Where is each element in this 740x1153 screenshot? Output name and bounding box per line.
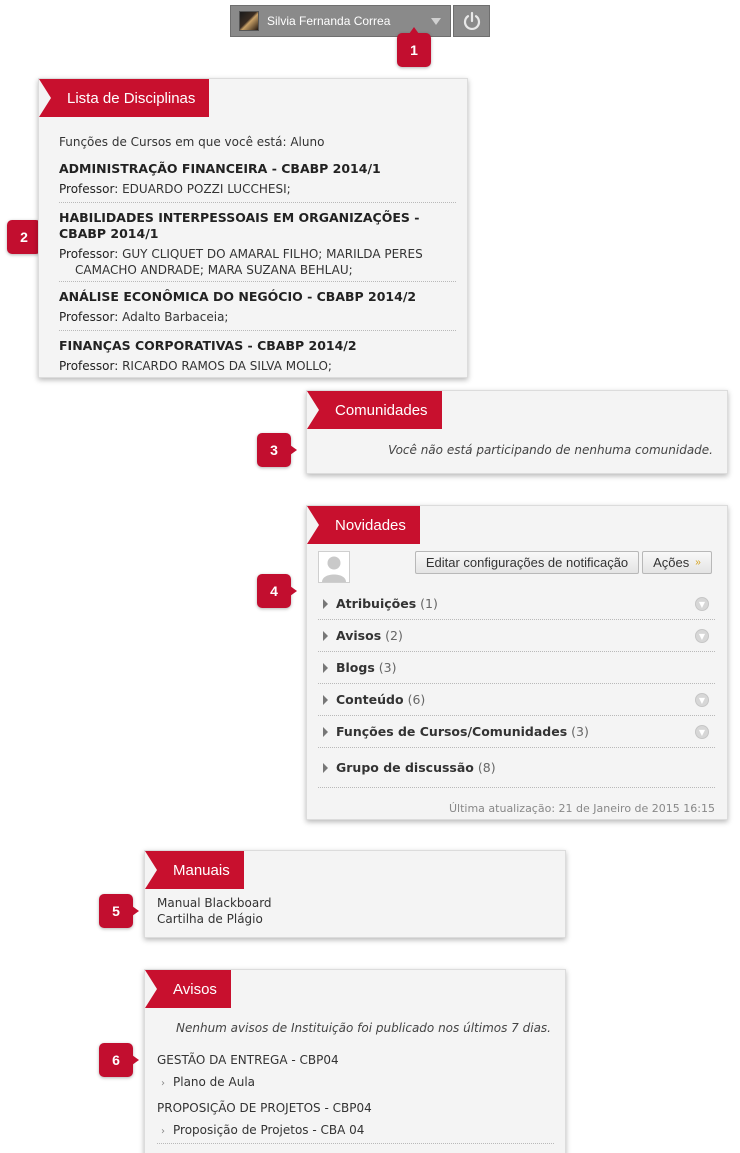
expand-arrow-icon [323, 694, 328, 705]
course-professors: Professor: RICARDO RAMOS DA SILVA MOLLO; [59, 358, 456, 374]
edit-notification-settings-button[interactable]: Editar configurações de notificação [415, 551, 639, 574]
announcement-course-name: PROPOSIÇÃO DE PROJETOS - CBP04 [157, 1101, 372, 1115]
chevron-right-icon: › [161, 1078, 165, 1089]
whats-new-item[interactable]: Atribuições (1) ▼ [318, 588, 715, 620]
whats-new-item[interactable]: Blogs (3) [318, 652, 715, 684]
divider [157, 1143, 554, 1144]
item-menu-icon[interactable]: ▼ [695, 629, 709, 643]
course-name-line: CBABP 2014/1 [59, 226, 159, 241]
module-title: Avisos [145, 970, 231, 1008]
professor-names: CAMACHO ANDRADE; MARA SUZANA BEHLAU; [75, 263, 353, 277]
course-item: ADMINISTRAÇÃO FINANCEIRA - CBABP 2014/1 … [59, 161, 456, 203]
item-count: (8) [477, 760, 496, 775]
professor-label: Professor: [59, 247, 119, 261]
item-name: Atribuições [336, 596, 417, 611]
course-professors: Professor: Adalto Barbaceia; [59, 309, 456, 325]
whats-new-list: Atribuições (1) ▼ Avisos (2) ▼ Blogs (3)… [318, 588, 715, 788]
empty-message: Você não está participando de nenhuma co… [388, 443, 713, 457]
person-silhouette-icon [322, 556, 346, 582]
item-count: (3) [571, 724, 589, 739]
professor-names: EDUARDO POZZI LUCCHESI; [122, 182, 291, 196]
item-name: Grupo de discussão [336, 760, 474, 775]
item-count: (2) [385, 628, 403, 643]
callout-marker-1: 1 [397, 27, 431, 67]
user-avatar [318, 551, 350, 583]
item-count: (3) [378, 660, 397, 675]
course-professors: Professor: GUY CLIQUET DO AMARAL FILHO; … [59, 246, 456, 278]
course-item: FINANÇAS CORPORATIVAS - CBABP 2014/2 Pro… [59, 338, 456, 377]
actions-button[interactable]: Ações » [642, 551, 712, 574]
course-roles-text: Funções de Cursos em que você está: Alun… [59, 135, 325, 149]
professor-label: Professor: [59, 310, 119, 324]
callout-marker-3: 3 [257, 433, 297, 467]
announcement-item[interactable]: › Proposição de Projetos - CBA 04 [161, 1123, 364, 1137]
item-count: (1) [420, 596, 438, 611]
manual-blackboard-link[interactable]: Manual Blackboard [157, 896, 272, 910]
announcements-module: Avisos Nenhum avisos de Instituição foi … [144, 969, 566, 1153]
item-count: (6) [407, 692, 426, 707]
announcement-link[interactable]: Plano de Aula [173, 1075, 255, 1089]
caret-down-icon[interactable] [431, 18, 441, 25]
course-link[interactable]: ADMINISTRAÇÃO FINANCEIRA - CBABP 2014/1 [59, 161, 456, 177]
item-name: Funções de Cursos/Comunidades [336, 724, 568, 739]
manuals-module: Manuais Manual Blackboard Cartilha de Pl… [144, 850, 566, 938]
callout-marker-4: 4 [257, 574, 297, 608]
course-item: HABILIDADES INTERPESSOAIS EM ORGANIZAÇÕE… [59, 210, 456, 282]
course-link[interactable]: HABILIDADES INTERPESSOAIS EM ORGANIZAÇÕE… [59, 210, 456, 242]
power-icon [463, 11, 480, 30]
professor-names: Adalto Barbaceia; [122, 310, 229, 324]
whats-new-item[interactable]: Avisos (2) ▼ [318, 620, 715, 652]
module-title: Manuais [145, 851, 244, 889]
user-name: Silvia Fernanda Correa [267, 14, 391, 28]
course-professors: Professor: EDUARDO POZZI LUCCHESI; [59, 181, 456, 197]
module-title: Comunidades [307, 391, 442, 429]
expand-arrow-icon [323, 630, 328, 641]
callout-marker-6: 6 [99, 1043, 139, 1077]
top-user-bar: Silvia Fernanda Correa [230, 5, 490, 37]
chevron-right-icon: › [161, 1126, 165, 1137]
logout-button[interactable] [453, 5, 490, 37]
module-title: Lista de Disciplinas [39, 79, 210, 117]
item-name: Blogs [336, 660, 375, 675]
course-item: ANÁLISE ECONÔMICA DO NEGÓCIO - CBABP 201… [59, 289, 456, 331]
item-menu-icon[interactable]: ▼ [695, 725, 709, 739]
whats-new-item[interactable]: Funções de Cursos/Comunidades (3) ▼ [318, 716, 715, 748]
course-link[interactable]: FINANÇAS CORPORATIVAS - CBABP 2014/2 [59, 338, 456, 354]
item-name: Conteúdo [336, 692, 404, 707]
announcement-link[interactable]: Proposição de Projetos - CBA 04 [173, 1123, 364, 1137]
item-name: Avisos [336, 628, 382, 643]
last-update-text: Última atualização: 21 de Janeiro de 201… [448, 802, 715, 815]
callout-marker-5: 5 [99, 894, 139, 928]
whats-new-item[interactable]: Conteúdo (6) ▼ [318, 684, 715, 716]
actions-label: Ações [653, 555, 690, 570]
whats-new-module: Novidades Editar configurações de notifi… [306, 505, 728, 820]
course-list-module: Lista de Disciplinas Funções de Cursos e… [38, 78, 468, 378]
item-menu-icon[interactable]: ▼ [695, 597, 709, 611]
course-link[interactable]: ANÁLISE ECONÔMICA DO NEGÓCIO - CBABP 201… [59, 289, 456, 305]
module-title: Novidades [307, 506, 420, 544]
professor-names: GUY CLIQUET DO AMARAL FILHO; MARILDA PER… [122, 247, 423, 261]
user-avatar-thumbnail [239, 11, 259, 31]
double-chevron-down-icon: » [695, 557, 701, 568]
item-menu-icon[interactable]: ▼ [695, 693, 709, 707]
professor-label: Professor: [59, 359, 119, 373]
communities-module: Comunidades Você não está participando d… [306, 390, 728, 474]
expand-arrow-icon [323, 662, 328, 673]
callout-marker-2: 2 [7, 220, 47, 254]
whats-new-item[interactable]: Grupo de discussão (8) [318, 748, 715, 788]
announcement-course-name: GESTÃO DA ENTREGA - CBP04 [157, 1053, 339, 1067]
expand-arrow-icon [323, 726, 328, 737]
expand-arrow-icon [323, 762, 328, 773]
announcement-item[interactable]: › Plano de Aula [161, 1075, 255, 1089]
expand-arrow-icon [323, 598, 328, 609]
course-name-line: HABILIDADES INTERPESSOAIS EM ORGANIZAÇÕE… [59, 210, 420, 225]
professor-label: Professor: [59, 182, 119, 196]
professor-names: RICARDO RAMOS DA SILVA MOLLO; [122, 359, 332, 373]
empty-message: Nenhum avisos de Instituição foi publica… [176, 1021, 551, 1035]
plagiarism-guide-link[interactable]: Cartilha de Plágio [157, 912, 263, 926]
